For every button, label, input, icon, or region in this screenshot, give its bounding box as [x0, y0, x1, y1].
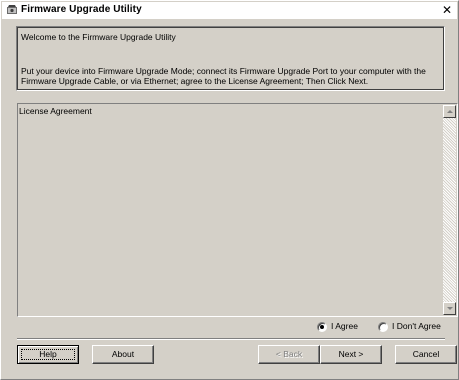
cancel-button-label: Cancel — [412, 349, 440, 359]
focus-rect — [21, 349, 75, 360]
back-button[interactable]: < Back — [258, 345, 320, 364]
disagree-label: I Don't Agree — [392, 321, 441, 331]
back-button-label: < Back — [275, 349, 303, 359]
title-bar[interactable]: Firmware Upgrade Utility ✕ — [2, 2, 457, 19]
separator — [17, 338, 445, 340]
license-agreement-textbox[interactable]: License Agreement — [17, 103, 458, 317]
cancel-button[interactable]: Cancel — [395, 345, 457, 364]
scroll-up-button[interactable] — [443, 105, 456, 118]
help-button[interactable]: Help — [17, 345, 79, 364]
license-agreement-text: License Agreement — [19, 106, 92, 116]
about-button[interactable]: About — [92, 345, 154, 364]
agree-label: I Agree — [331, 321, 358, 331]
license-scrollbar[interactable] — [443, 105, 456, 315]
disagree-radio[interactable] — [378, 322, 388, 332]
close-icon[interactable]: ✕ — [441, 3, 453, 17]
app-icon — [7, 5, 17, 14]
firmware-upgrade-window: Firmware Upgrade Utility ✕ Welcome to th… — [0, 0, 459, 380]
next-button-label: Next > — [338, 349, 364, 359]
welcome-instructions: Put your device into Firmware Upgrade Mo… — [21, 66, 426, 86]
scroll-down-button[interactable] — [443, 302, 456, 315]
next-button[interactable]: Next > — [320, 345, 382, 364]
arrow-up-icon — [447, 110, 453, 113]
arrow-down-icon — [447, 307, 453, 310]
welcome-panel: Welcome to the Firmware Upgrade Utility … — [16, 26, 445, 91]
window-title: Firmware Upgrade Utility — [21, 4, 142, 15]
welcome-title: Welcome to the Firmware Upgrade Utility — [21, 32, 176, 42]
agree-radio[interactable] — [317, 322, 327, 332]
about-button-label: About — [111, 349, 135, 359]
